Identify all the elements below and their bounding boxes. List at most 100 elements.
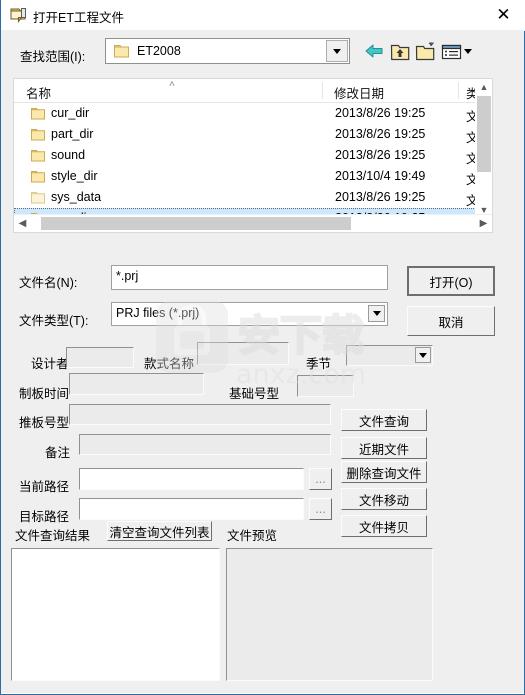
style-name-field[interactable]: [197, 342, 289, 365]
back-icon[interactable]: [362, 39, 386, 63]
view-mode-icon[interactable]: [440, 39, 474, 63]
open-button-label: 打开(O): [429, 275, 473, 290]
file-name-label: 文件名(N):: [19, 276, 78, 290]
base-size-field[interactable]: [297, 375, 354, 397]
season-label: 季节: [306, 357, 332, 371]
file-list-horizontal-scrollbar[interactable]: ◀ ▶: [14, 214, 492, 232]
file-date: 2013/8/26 19:25: [335, 106, 426, 120]
open-et-project-dialog: 打开ET工程文件 ✕ 查找范围(I): ET2008 名称 ˄ 修改日期 cur…: [0, 0, 525, 695]
target-path-label: 目标路径: [19, 510, 70, 524]
recent-files-label: 近期文件: [358, 442, 409, 457]
ellipsis-icon: ...: [315, 472, 326, 486]
grade-size-label: 推板号型: [19, 416, 70, 430]
current-path-input[interactable]: [79, 468, 304, 490]
close-button[interactable]: ✕: [481, 0, 525, 30]
column-divider[interactable]: [458, 82, 459, 99]
file-name: sound: [51, 148, 86, 162]
ellipsis-icon: ...: [315, 502, 326, 516]
style-name-label: 款式名称: [144, 357, 195, 371]
cancel-button[interactable]: 取消: [407, 306, 495, 336]
copy-files-button[interactable]: 文件拷贝: [341, 515, 427, 537]
file-preview-panel[interactable]: [226, 548, 433, 681]
cancel-button-label: 取消: [438, 315, 464, 330]
pattern-time-label: 制板时间: [19, 387, 70, 401]
scrollbar-thumb[interactable]: [477, 96, 491, 172]
file-type-dropdown-arrow[interactable]: [368, 305, 385, 322]
grade-size-field[interactable]: [69, 404, 331, 425]
scroll-up-icon[interactable]: ▲: [476, 79, 492, 95]
folder-icon: [31, 149, 45, 162]
file-preview-label: 文件预览: [227, 529, 278, 543]
season-dropdown-arrow[interactable]: [415, 347, 431, 363]
file-type-label: 文件类型(T):: [19, 314, 89, 328]
file-name: style_dir: [51, 169, 98, 183]
folder-icon: [31, 170, 45, 183]
current-path-browse-button[interactable]: ...: [309, 468, 332, 490]
move-files-label: 文件移动: [358, 493, 409, 508]
file-list-vertical-scrollbar[interactable]: ▲ ▼: [475, 79, 492, 218]
look-in-label: 查找范围(I):: [20, 50, 86, 64]
folder-icon: [114, 44, 129, 58]
file-name: sys_data: [51, 190, 102, 204]
remark-field[interactable]: [79, 434, 331, 455]
current-path-label: 当前路径: [19, 480, 70, 494]
remark-label: 备注: [45, 446, 71, 460]
base-size-label: 基础号型: [229, 387, 280, 401]
designer-label: 设计者: [31, 357, 69, 371]
file-name-input[interactable]: *.prj: [111, 265, 388, 290]
column-header-date[interactable]: 修改日期: [334, 83, 384, 102]
open-folder-icon: [10, 7, 28, 23]
file-date: 2013/10/4 19:49: [335, 169, 426, 183]
clear-query-list-label: 清空查询文件列表: [109, 525, 210, 540]
table-row[interactable]: style_dir 2013/10/4 19:49 文件: [14, 166, 492, 187]
look-in-combobox[interactable]: ET2008: [105, 38, 350, 64]
chevron-down-icon: [419, 352, 427, 358]
column-divider[interactable]: [322, 82, 323, 99]
scroll-right-icon[interactable]: ▶: [475, 215, 492, 232]
table-row[interactable]: cur_dir 2013/8/26 19:25 文件: [14, 103, 492, 124]
copy-files-label: 文件拷贝: [358, 520, 409, 535]
target-path-browse-button[interactable]: ...: [309, 498, 332, 520]
delete-query-files-button[interactable]: 删除查询文件: [341, 461, 427, 483]
look-in-dropdown-arrow[interactable]: [326, 40, 348, 62]
file-date: 2013/8/26 19:25: [335, 148, 426, 162]
column-header-name[interactable]: 名称: [26, 83, 51, 102]
folder-icon: [31, 191, 45, 204]
chevron-down-icon: [333, 48, 341, 54]
scrollbar-thumb[interactable]: [41, 217, 351, 230]
folder-icon: [31, 128, 45, 141]
file-name: cur_dir: [51, 106, 90, 120]
recent-files-button[interactable]: 近期文件: [341, 437, 427, 459]
folder-icon: [31, 107, 45, 120]
target-path-input[interactable]: [79, 498, 304, 520]
clear-query-list-button[interactable]: 清空查询文件列表: [107, 521, 212, 541]
file-date: 2013/8/26 19:25: [335, 190, 426, 204]
sort-ascending-icon: ˄: [169, 79, 175, 90]
open-button[interactable]: 打开(O): [407, 266, 495, 296]
season-combobox[interactable]: [346, 345, 433, 366]
title-bar: 打开ET工程文件 ✕: [1, 0, 525, 31]
file-list-header: 名称 ˄ 修改日期 类型: [14, 79, 492, 103]
pattern-time-field[interactable]: [69, 373, 204, 395]
file-query-button[interactable]: 文件查询: [341, 409, 427, 431]
query-results-label: 文件查询结果: [15, 529, 91, 543]
table-row[interactable]: part_dir 2013/8/26 19:25 文件: [14, 124, 492, 145]
file-query-label: 文件查询: [358, 414, 409, 429]
file-name-value: *.prj: [116, 269, 139, 283]
up-folder-icon[interactable]: [388, 39, 412, 63]
window-title: 打开ET工程文件: [33, 11, 124, 25]
file-date: 2013/8/26 19:25: [335, 127, 426, 141]
file-list[interactable]: 名称 ˄ 修改日期 类型 cur_dir 2013/8/26 19:25 文件 …: [13, 78, 493, 233]
scroll-left-icon[interactable]: ◀: [14, 215, 31, 232]
file-type-value: PRJ files (*.prj): [116, 306, 200, 320]
designer-field[interactable]: [66, 347, 134, 368]
move-files-button[interactable]: 文件移动: [341, 488, 427, 510]
delete-query-files-label: 删除查询文件: [346, 466, 422, 481]
new-folder-icon[interactable]: [414, 39, 438, 63]
table-row[interactable]: sys_data 2013/8/26 19:25 文件: [14, 187, 492, 208]
file-type-combobox[interactable]: PRJ files (*.prj): [111, 302, 388, 326]
chevron-down-icon: [372, 311, 381, 316]
look-in-value: ET2008: [137, 44, 181, 58]
query-results-listbox[interactable]: [11, 548, 220, 681]
table-row[interactable]: sound 2013/8/26 19:25 文件: [14, 145, 492, 166]
